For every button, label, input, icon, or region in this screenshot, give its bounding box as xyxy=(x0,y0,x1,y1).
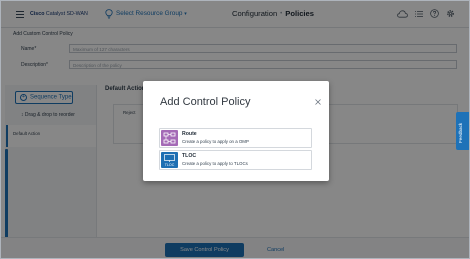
feedback-tab[interactable]: Feedback xyxy=(456,112,469,150)
tloc-icon: TLOC xyxy=(161,152,178,168)
feedback-label: Feedback xyxy=(458,122,463,143)
tloc-icon-text: TLOC xyxy=(165,163,175,167)
app-window: Cisco Catalyst SD-WAN Select Resource Gr… xyxy=(0,0,470,259)
route-option[interactable]: Route Create a policy to apply on a OMP xyxy=(159,128,312,148)
route-option-description: Create a policy to apply on a OMP xyxy=(182,139,249,144)
tloc-option-title: TLOC xyxy=(182,153,197,159)
route-option-title: Route xyxy=(182,131,197,137)
close-icon[interactable] xyxy=(315,99,321,105)
tloc-option-description: Create a policy to apply to TLOCs xyxy=(182,161,248,166)
dialog-title: Add Control Policy xyxy=(160,96,251,108)
add-control-policy-dialog: Add Control Policy Route Create a policy… xyxy=(143,81,329,181)
route-icon xyxy=(161,130,178,146)
tloc-option[interactable]: TLOC TLOC Create a policy to apply to TL… xyxy=(159,150,312,170)
